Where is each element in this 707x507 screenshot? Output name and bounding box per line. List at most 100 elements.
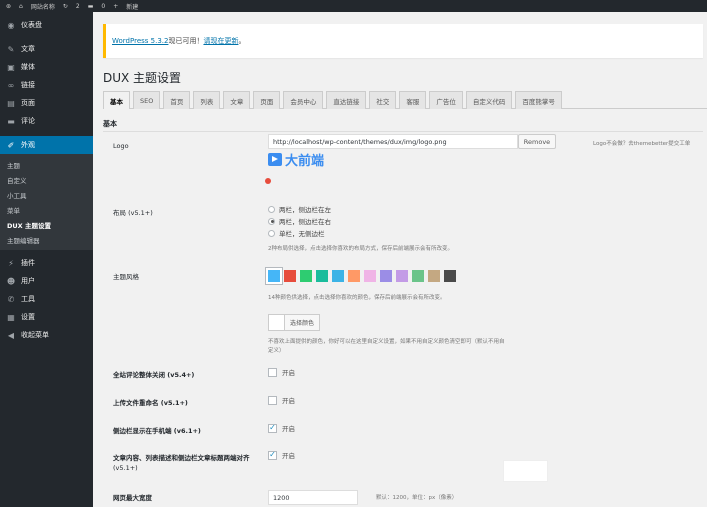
tab-custom-code[interactable]: 自定义代码 <box>465 91 513 109</box>
tab-home[interactable]: 首页 <box>163 91 191 109</box>
menu-dashboard[interactable]: ◉ 仪表盘 <box>0 16 93 34</box>
menu-media[interactable]: ▣ 媒体 <box>0 58 93 76</box>
max-width-input[interactable] <box>268 490 358 505</box>
play-logo-icon <box>268 153 282 166</box>
tab-baidu[interactable]: 百度熊掌号 <box>515 91 562 109</box>
updates-icon[interactable]: ↻ <box>63 3 68 10</box>
collapse-icon: ◀ <box>7 330 15 340</box>
home-icon[interactable]: ⌂ <box>19 3 23 10</box>
menu-settings[interactable]: ▦ 设置 <box>0 308 93 326</box>
color-swatch[interactable] <box>284 270 296 282</box>
color-swatch[interactable] <box>332 270 344 282</box>
tab-page[interactable]: 页面 <box>253 91 281 109</box>
tab-seo[interactable]: SEO <box>133 91 161 109</box>
max-width-label: 网页最大宽度 <box>113 494 152 502</box>
logo-hint: Logo不会做？去themebetter提交工单 <box>593 141 691 147</box>
layout-option-right[interactable]: 两栏，侧边栏在右 <box>268 216 331 226</box>
menu-tools[interactable]: ✆ 工具 <box>0 290 93 308</box>
wordpress-logo-icon[interactable]: ⊛ <box>6 3 11 10</box>
admin-bar: ⊛ ⌂ 网站名称 ↻ 2 ▬ 0 + 新建 <box>0 0 707 12</box>
wordpress-version-link[interactable]: WordPress 5.3.2 <box>112 37 168 45</box>
tab-basic[interactable]: 基本 <box>103 91 130 109</box>
update-now-link[interactable]: 请现在更新 <box>203 36 238 46</box>
tab-post[interactable]: 文章 <box>223 91 251 109</box>
color-swatch[interactable] <box>300 270 312 282</box>
submenu-widgets[interactable]: 小工具 <box>0 187 93 202</box>
logo-url-input[interactable] <box>268 134 518 149</box>
menu-collapse[interactable]: ◀ 收起菜单 <box>0 326 93 344</box>
rename-upload-checkbox[interactable]: 开启 <box>268 395 295 405</box>
justify-align-label: 文章内容、列表描述和侧边栏文章标题两端对齐 <box>113 454 250 462</box>
menu-posts[interactable]: ✎ 文章 <box>0 40 93 58</box>
color-swatch[interactable] <box>380 270 392 282</box>
layout-option-single[interactable]: 单栏，无侧边栏 <box>268 228 325 238</box>
admin-sidebar: ◉ 仪表盘 ✎ 文章 ▣ 媒体 ∞ 链接 ▤ 页面 ▬ 评论 ✐ 外观 主题 自定义 小工具 … <box>0 12 93 507</box>
site-name-link[interactable]: 网站名称 <box>31 2 55 11</box>
tab-ads[interactable]: 广告位 <box>429 91 463 109</box>
link-icon: ∞ <box>7 80 15 90</box>
comments-count[interactable]: 0 <box>101 3 105 10</box>
tab-list[interactable]: 列表 <box>193 91 221 109</box>
settings-tabs: 基本 SEO 首页 列表 文章 页面 会员中心 直达链接 社交 客服 广告位 自… <box>103 91 707 109</box>
blank-panel <box>503 460 548 482</box>
menu-pages[interactable]: ▤ 页面 <box>0 94 93 112</box>
submenu-dux-settings[interactable]: DUX 主题设置 <box>0 217 93 232</box>
new-icon[interactable]: + <box>113 3 118 10</box>
color-chip[interactable] <box>268 314 285 331</box>
menu-users[interactable]: ☻ 用户 <box>0 272 93 290</box>
theme-style-label: 主题风格 <box>113 273 139 281</box>
submenu-theme-editor[interactable]: 主题编辑器 <box>0 232 93 247</box>
color-swatch[interactable] <box>364 270 376 282</box>
settings-icon: ▦ <box>7 312 15 322</box>
updates-count[interactable]: 2 <box>76 3 80 10</box>
appearance-submenu: 主题 自定义 小工具 菜单 DUX 主题设置 主题编辑器 <box>0 154 93 250</box>
choose-color-button[interactable]: 选择颜色 <box>285 314 321 331</box>
submenu-menus[interactable]: 菜单 <box>0 202 93 217</box>
justify-align-checkbox[interactable]: ✓ 开启 <box>268 450 295 460</box>
color-swatch[interactable] <box>348 270 360 282</box>
tab-service[interactable]: 客服 <box>399 91 427 109</box>
menu-appearance[interactable]: ✐ 外观 <box>0 136 93 154</box>
new-link[interactable]: 新建 <box>126 2 138 11</box>
close-comments-label: 全站评论整体关闭 (v5.4+) <box>113 371 195 379</box>
menu-plugins[interactable]: ⚡ 插件 <box>0 254 93 272</box>
custom-color-picker[interactable]: 选择颜色 <box>268 314 321 331</box>
tab-direct-links[interactable]: 直达链接 <box>326 91 367 109</box>
layout-desc: 2种布局供选择，点击选择你喜欢的布局方式，保存后前端展示会有所改变。 <box>268 246 454 252</box>
color-swatch[interactable] <box>444 270 456 282</box>
notice-end: 。 <box>238 37 246 45</box>
update-notice: WordPress 5.3.2 现已可用！ 请现在更新 。 <box>103 24 703 58</box>
logo-preview: 大前端 <box>268 150 324 169</box>
sidebar-mobile-checkbox[interactable]: ✓ 开启 <box>268 423 295 433</box>
checkmark-icon[interactable]: ✓ <box>268 450 277 460</box>
sidebar-mobile-label: 侧边栏显示在手机端 (v6.1+) <box>113 427 201 435</box>
logo-remove-button[interactable]: Remove <box>518 134 556 149</box>
color-swatch[interactable] <box>412 270 424 282</box>
plugin-icon: ⚡ <box>8 258 14 268</box>
justify-align-version: (v5.1+) <box>113 464 138 472</box>
comments-icon[interactable]: ▬ <box>88 3 94 10</box>
color-swatch[interactable] <box>396 270 408 282</box>
dashboard-icon: ◉ <box>7 20 15 30</box>
submenu-themes[interactable]: 主题 <box>0 157 93 172</box>
color-swatch[interactable] <box>266 268 282 284</box>
main-content: WordPress 5.3.2 现已可用！ 请现在更新 。 DUX 主题设置 基… <box>93 12 707 507</box>
custom-color-desc-2: 定义） <box>268 348 285 354</box>
tab-social[interactable]: 社交 <box>369 91 397 109</box>
close-comments-checkbox[interactable]: 开启 <box>268 367 295 377</box>
tab-member[interactable]: 会员中心 <box>283 91 324 109</box>
submenu-customize[interactable]: 自定义 <box>0 172 93 187</box>
logo-preview-text: 大前端 <box>285 154 325 169</box>
logo-label: Logo <box>113 142 129 150</box>
menu-links[interactable]: ∞ 链接 <box>0 76 93 94</box>
color-swatch[interactable] <box>428 270 440 282</box>
pin-icon: ✎ <box>7 44 15 54</box>
users-icon: ☻ <box>6 276 16 286</box>
theme-style-desc: 14种颜色供选择，点击选择你喜欢的颜色，保存后前端展示会有所改变。 <box>268 295 446 301</box>
checkmark-icon[interactable]: ✓ <box>268 423 277 433</box>
menu-comments[interactable]: ▬ 评论 <box>0 112 93 130</box>
rename-upload-label: 上传文件重命名 (v5.1+) <box>113 399 188 407</box>
layout-option-left[interactable]: 两栏，侧边栏在左 <box>268 204 331 214</box>
layout-label: 布局 (v5.1+) <box>113 209 153 217</box>
color-swatch[interactable] <box>316 270 328 282</box>
